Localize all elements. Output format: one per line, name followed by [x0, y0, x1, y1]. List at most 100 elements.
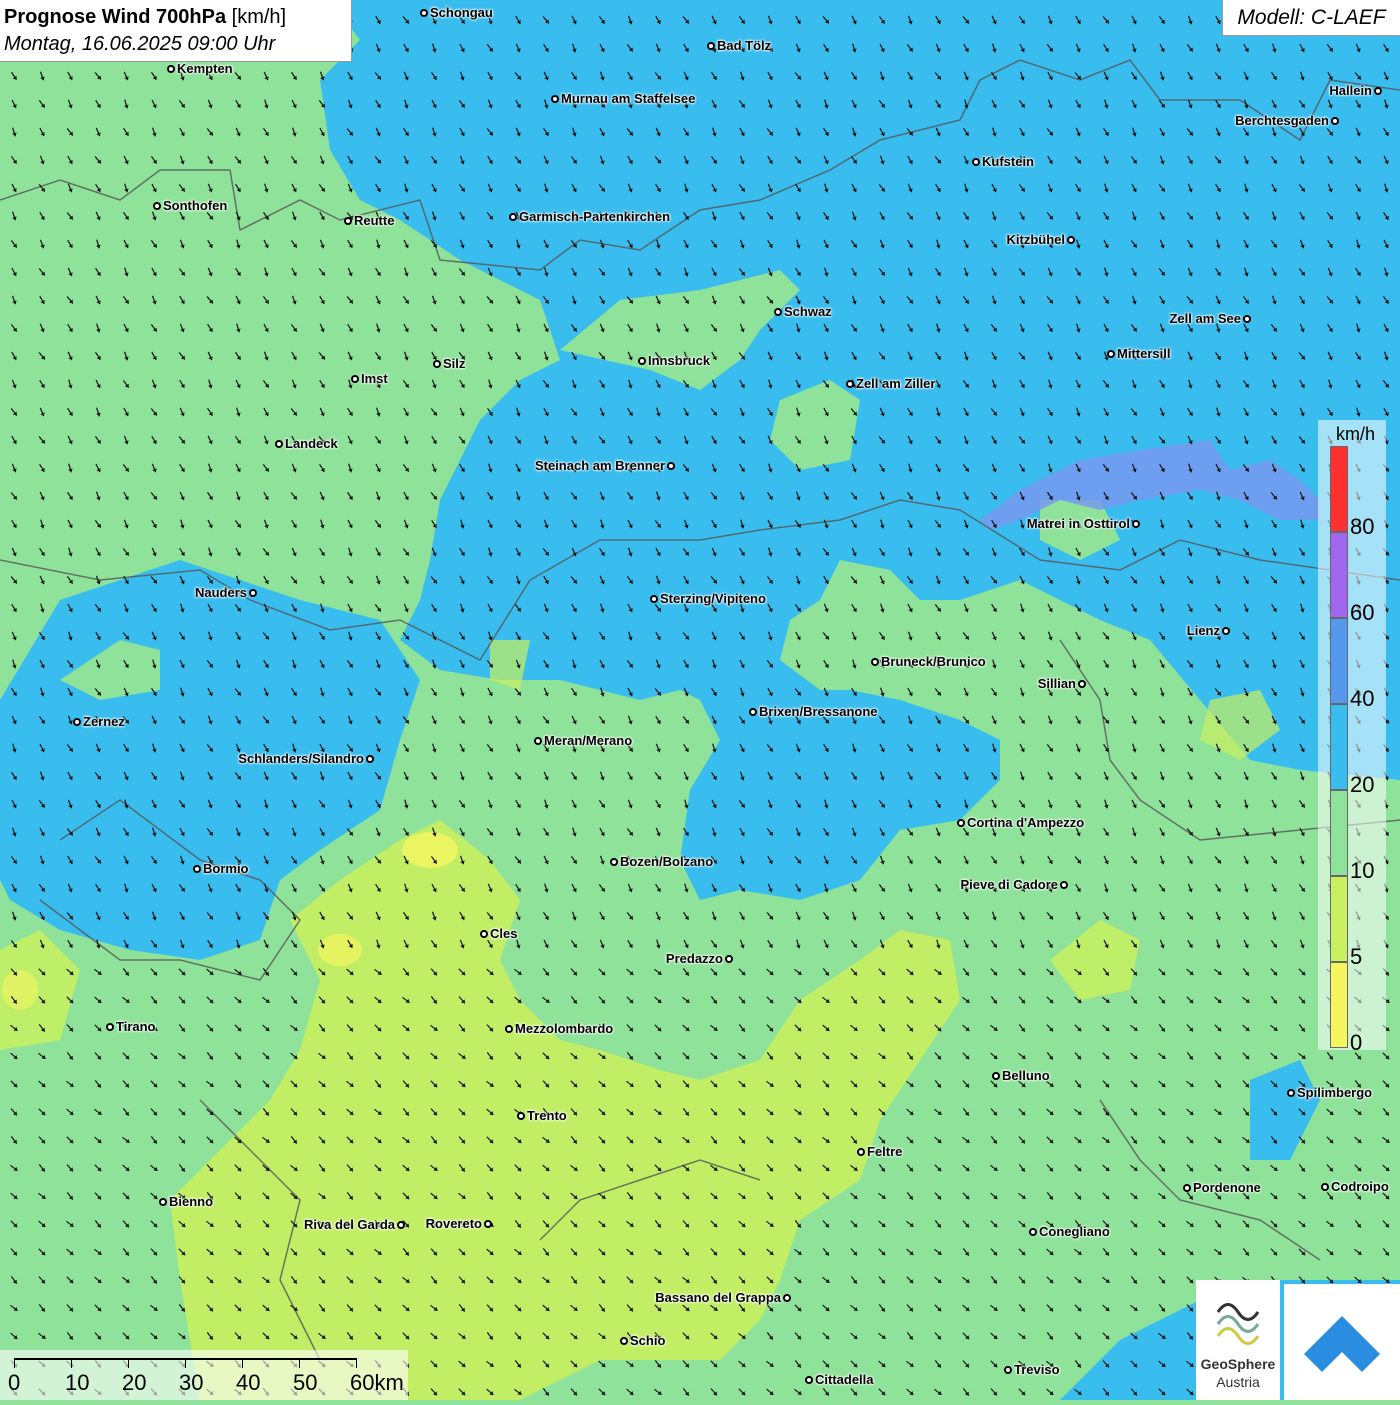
city-name: Feltre — [867, 1144, 902, 1159]
city-name: Sonthofen — [163, 198, 227, 213]
city-marker-icon — [783, 1294, 791, 1302]
city-label: Cortina d'Ampezzo — [957, 815, 1084, 830]
city-name: Kufstein — [982, 154, 1034, 169]
city-name: Mezzolombardo — [515, 1021, 613, 1036]
city-marker-icon — [1029, 1228, 1037, 1236]
city-name: Landeck — [285, 436, 338, 451]
city-label: Kitzbühel — [1007, 232, 1076, 247]
scale-tick — [185, 1358, 186, 1368]
city-name: Berchtesgaden — [1235, 113, 1329, 128]
city-name: Zell am See — [1169, 311, 1241, 326]
city-name: Kempten — [177, 61, 233, 76]
city-marker-icon — [992, 1072, 1000, 1080]
city-label: Brixen/Bressanone — [749, 704, 878, 719]
city-label: Feltre — [857, 1144, 902, 1159]
scale-tick — [14, 1358, 15, 1368]
city-label: Tirano — [106, 1019, 156, 1034]
model-label: Modell: C-LAEF — [1222, 0, 1400, 36]
city-label: Murnau am Staffelsee — [551, 91, 695, 106]
city-marker-icon — [707, 42, 715, 50]
city-name: Belluno — [1002, 1068, 1050, 1083]
city-marker-icon — [957, 819, 965, 827]
city-label: Belluno — [992, 1068, 1050, 1083]
city-name: Bruneck/Brunico — [881, 654, 986, 669]
city-marker-icon — [397, 1221, 405, 1229]
map-title: Prognose Wind 700hPa — [4, 6, 226, 28]
city-marker-icon — [366, 755, 374, 763]
legend-tick-label: 5 — [1350, 944, 1362, 970]
city-name: Spilimbergo — [1297, 1085, 1372, 1100]
city-label: Bassano del Grappa — [655, 1290, 791, 1305]
city-name: Matrei in Osttirol — [1027, 516, 1130, 531]
map-title-box: Prognose Wind 700hPa [km/h] Montag, 16.0… — [0, 0, 352, 62]
city-marker-icon — [509, 213, 517, 221]
city-marker-icon — [1374, 87, 1382, 95]
scale-label: 60km — [350, 1370, 404, 1396]
city-marker-icon — [517, 1112, 525, 1120]
city-label: Schongau — [420, 5, 493, 20]
city-marker-icon — [275, 440, 283, 448]
city-marker-icon — [667, 462, 675, 470]
city-marker-icon — [749, 708, 757, 716]
city-name: Nauders — [195, 585, 247, 600]
legend-color-segment — [1330, 876, 1348, 962]
brand-name: GeoSphere — [1196, 1356, 1280, 1372]
scale-label: 30 — [179, 1370, 203, 1396]
city-marker-icon — [610, 858, 618, 866]
city-label: Kempten — [167, 61, 233, 76]
city-label: Cittadella — [805, 1372, 874, 1387]
city-marker-icon — [551, 95, 559, 103]
scale-label: 10 — [65, 1370, 89, 1396]
city-name: Imst — [361, 371, 388, 386]
scale-label: 40 — [236, 1370, 260, 1396]
city-marker-icon — [1243, 315, 1251, 323]
city-label: Rovereto — [426, 1216, 492, 1231]
city-marker-icon — [1183, 1184, 1191, 1192]
wind-app-button[interactable] — [1284, 1284, 1400, 1400]
city-name: Schwaz — [784, 304, 832, 319]
city-name: Steinach am Brenner — [535, 458, 665, 473]
legend-tick-label: 10 — [1350, 858, 1374, 884]
city-label: Innsbruck — [638, 353, 710, 368]
city-name: Kitzbühel — [1007, 232, 1066, 247]
city-label: Zell am Ziller — [846, 376, 935, 391]
city-marker-icon — [1078, 680, 1086, 688]
city-marker-icon — [1060, 881, 1068, 889]
city-label: Sillian — [1038, 676, 1086, 691]
city-label: Schlanders/Silandro — [238, 751, 374, 766]
city-marker-icon — [650, 595, 658, 603]
city-name: Hallein — [1329, 83, 1372, 98]
city-name: Cles — [490, 926, 517, 941]
brand-sub: Austria — [1196, 1374, 1280, 1390]
wind-app-icon — [1284, 1284, 1400, 1400]
city-name: Bozen/Bolzano — [620, 854, 713, 869]
city-label: Predazzo — [666, 951, 733, 966]
city-name: Murnau am Staffelsee — [561, 91, 695, 106]
city-name: Bassano del Grappa — [655, 1290, 781, 1305]
city-label: Sonthofen — [153, 198, 227, 213]
city-label: Mittersill — [1107, 346, 1170, 361]
city-name: Innsbruck — [648, 353, 710, 368]
city-marker-icon — [344, 217, 352, 225]
city-name: Bad Tölz — [717, 38, 771, 53]
city-name: Zell am Ziller — [856, 376, 935, 391]
city-name: Schongau — [430, 5, 493, 20]
city-name: Cittadella — [815, 1372, 874, 1387]
city-marker-icon — [73, 718, 81, 726]
city-name: Schio — [630, 1333, 665, 1348]
city-label: Riva del Garda — [304, 1217, 405, 1232]
scale-label: 50 — [293, 1370, 317, 1396]
city-label: Nauders — [195, 585, 257, 600]
city-name: Zernez — [83, 714, 125, 729]
city-label: Bad Tölz — [707, 38, 771, 53]
city-name: Codroipo — [1331, 1179, 1389, 1194]
legend-color-segment — [1330, 790, 1348, 876]
city-name: Schlanders/Silandro — [238, 751, 364, 766]
city-marker-icon — [871, 658, 879, 666]
city-name: Rovereto — [426, 1216, 482, 1231]
city-name: Bormio — [203, 861, 249, 876]
city-marker-icon — [846, 380, 854, 388]
scale-tick — [128, 1358, 129, 1368]
city-label: Silz — [433, 356, 465, 371]
legend-tick-label: 0 — [1350, 1030, 1362, 1056]
